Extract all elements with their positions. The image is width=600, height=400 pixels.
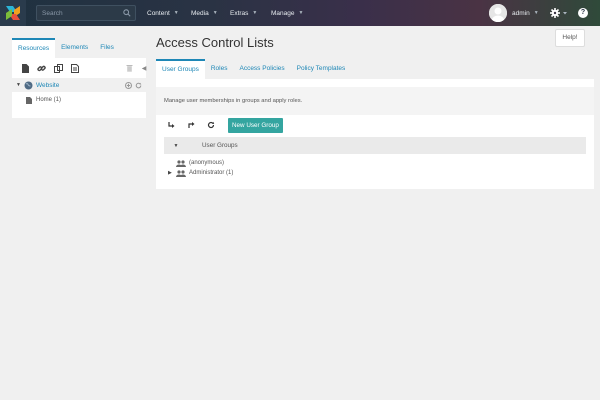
collapse-all-icon[interactable] [186,120,196,130]
grid-header[interactable]: ▼ User Groups [164,137,586,154]
gear-icon [550,8,567,18]
modx-logo[interactable] [0,0,26,26]
nav-extras[interactable]: Extras ▼ [230,0,257,26]
new-user-group-button[interactable]: New User Group [228,117,283,133]
add-icon[interactable] [125,81,132,89]
users-icon [176,169,186,177]
nav-media[interactable]: Media ▼ [191,0,218,26]
document-icon [26,96,32,104]
expand-all-icon[interactable] [166,120,176,130]
acl-tabs: User Groups Roles Access Policies Policy… [156,59,351,79]
refresh-icon[interactable] [135,82,142,89]
tab-user-groups[interactable]: User Groups [156,59,205,79]
new-document-icon[interactable] [22,63,29,73]
search-input[interactable]: Search [36,5,136,21]
grid-toolbar: New User Group [166,117,283,133]
grid-header-label: User Groups [202,142,238,149]
chevron-right-icon[interactable]: ▶ [168,170,173,176]
user-groups-panel: Manage user memberships in groups and ap… [156,79,594,189]
tab-files[interactable]: Files [94,38,120,58]
group-label: (anonymous) [189,160,225,166]
chevron-down-icon: ▼ [533,10,539,16]
top-bar: Search Content ▼ Media ▼ Extras ▼ Manage ▼ a… [0,0,600,26]
static-resource-icon[interactable] [71,63,79,73]
list-item[interactable]: (anonymous) [168,158,224,168]
tab-resources[interactable]: Resources [12,38,56,58]
nav-content[interactable]: Content ▼ [147,0,179,26]
tree-root-label: Website [35,81,60,89]
chevron-down-icon: ▼ [298,10,304,16]
resource-panel: Resources Elements Files ▼ Website Home … [12,38,146,118]
chevron-down-icon[interactable]: ▼ [16,82,21,88]
search-icon[interactable] [123,9,131,17]
tree-toolbar [12,58,146,78]
refresh-icon[interactable] [206,120,216,130]
chevron-down-icon: ▼ [173,10,179,16]
settings-menu[interactable] [550,7,568,21]
left-tabs: Resources Elements Files [12,38,146,58]
group-label: Administrator (1) [189,170,234,176]
tree-root-website[interactable]: ▼ Website [12,78,146,92]
tab-elements[interactable]: Elements [55,38,94,58]
help-button[interactable]: Help! [555,29,585,47]
chevron-down-icon: ▼ [212,10,218,16]
chevron-down-icon[interactable]: ▼ [164,143,188,149]
help-icon[interactable]: ? [578,8,588,18]
tree-item-label: Home (1) [36,97,62,103]
search-placeholder: Search [42,9,63,17]
weblink-icon[interactable] [37,64,46,73]
user-menu[interactable]: admin ▼ [512,0,539,26]
chevron-down-icon: ▼ [252,10,258,16]
nav-manage[interactable]: Manage ▼ [271,0,303,26]
list-item[interactable]: ▶ Administrator (1) [168,168,233,178]
trash-icon[interactable] [126,64,133,72]
tab-access-policies[interactable]: Access Policies [233,59,290,79]
avatar[interactable] [489,4,507,22]
user-avatar-icon [489,4,507,22]
panel-description: Manage user memberships in groups and ap… [156,87,594,115]
tab-policy-templates[interactable]: Policy Templates [291,59,352,79]
tab-roles[interactable]: Roles [205,59,234,79]
symlink-icon[interactable] [54,63,63,73]
collapse-panel-handle[interactable]: ◀ [140,62,148,76]
logo-icon [6,6,20,20]
globe-icon [24,81,33,89]
users-icon [176,159,186,167]
tree-item-home[interactable]: Home (1) [12,92,146,108]
page-title: Access Control Lists [156,35,274,50]
